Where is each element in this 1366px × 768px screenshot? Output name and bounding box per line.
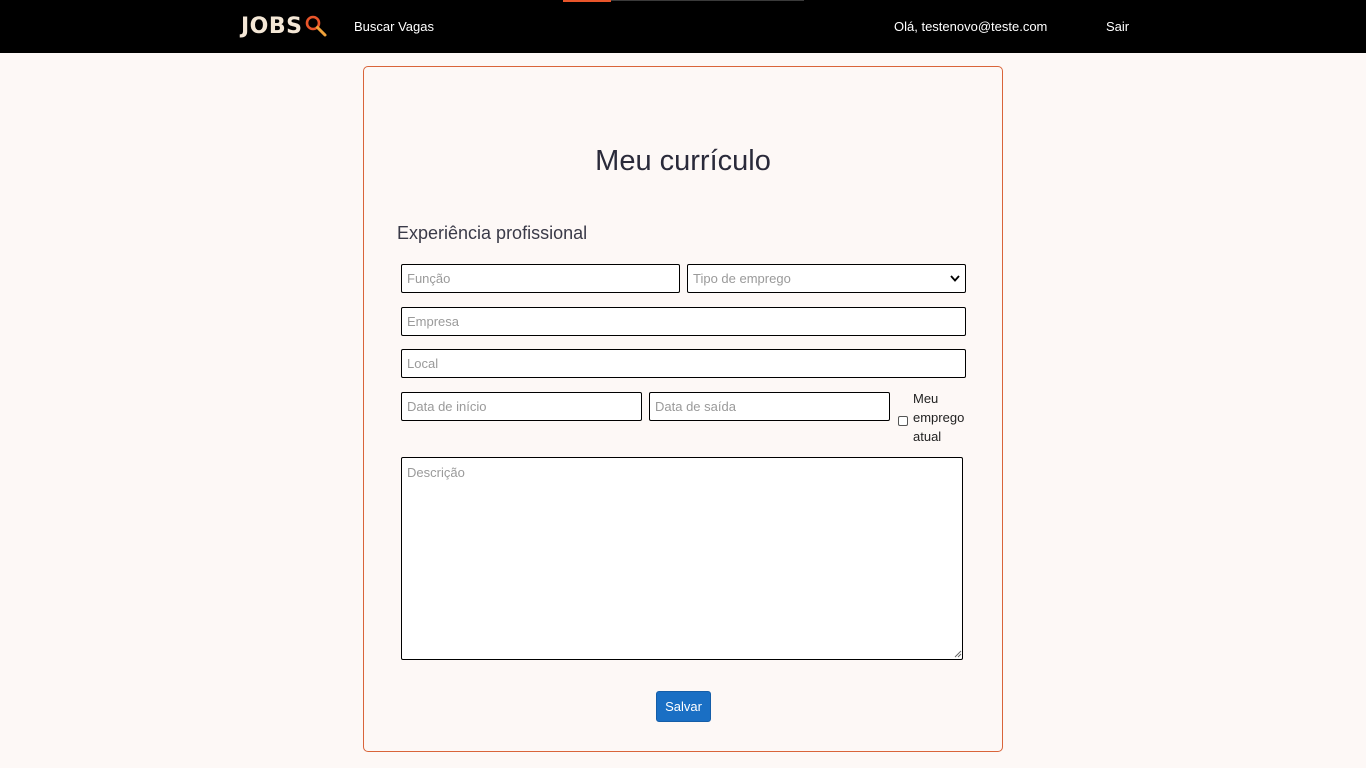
funcao-input[interactable] [401, 264, 680, 293]
local-input[interactable] [401, 349, 966, 378]
current-job-checkbox[interactable] [898, 416, 908, 426]
nav-user-greeting[interactable]: Olá, testenovo@teste.com [894, 19, 1047, 34]
current-job-label[interactable]: Meu emprego atual [913, 389, 973, 446]
tipo-emprego-select[interactable]: Tipo de emprego [687, 264, 966, 293]
save-button[interactable]: Salvar [656, 691, 711, 722]
chevron-down-icon [950, 275, 960, 282]
nav-search-jobs-link[interactable]: Buscar Vagas [354, 19, 434, 34]
current-job-option: Meu emprego atual [898, 389, 978, 446]
logo-text: JOBS [241, 13, 303, 39]
resize-handle-icon[interactable] [954, 650, 962, 658]
loading-progress-bar [563, 0, 804, 2]
logo[interactable]: JOBS [241, 11, 328, 41]
empresa-input[interactable] [401, 307, 966, 336]
page-title: Meu currículo [595, 145, 771, 177]
data-inicio-input[interactable] [401, 392, 642, 421]
data-saida-input[interactable] [649, 392, 890, 421]
resume-form-card: Meu currículo Experiência profissional T… [363, 66, 1003, 752]
descricao-textarea[interactable] [401, 457, 963, 660]
loading-progress-fill [563, 0, 612, 2]
top-navbar: JOBS Buscar Vagas Olá, testenovo@teste.c… [0, 0, 1366, 53]
tipo-emprego-selected-value: Tipo de emprego [693, 271, 791, 286]
nav-logout-link[interactable]: Sair [1106, 19, 1129, 34]
section-title: Experiência profissional [397, 223, 588, 243]
magnifier-icon [305, 15, 327, 37]
